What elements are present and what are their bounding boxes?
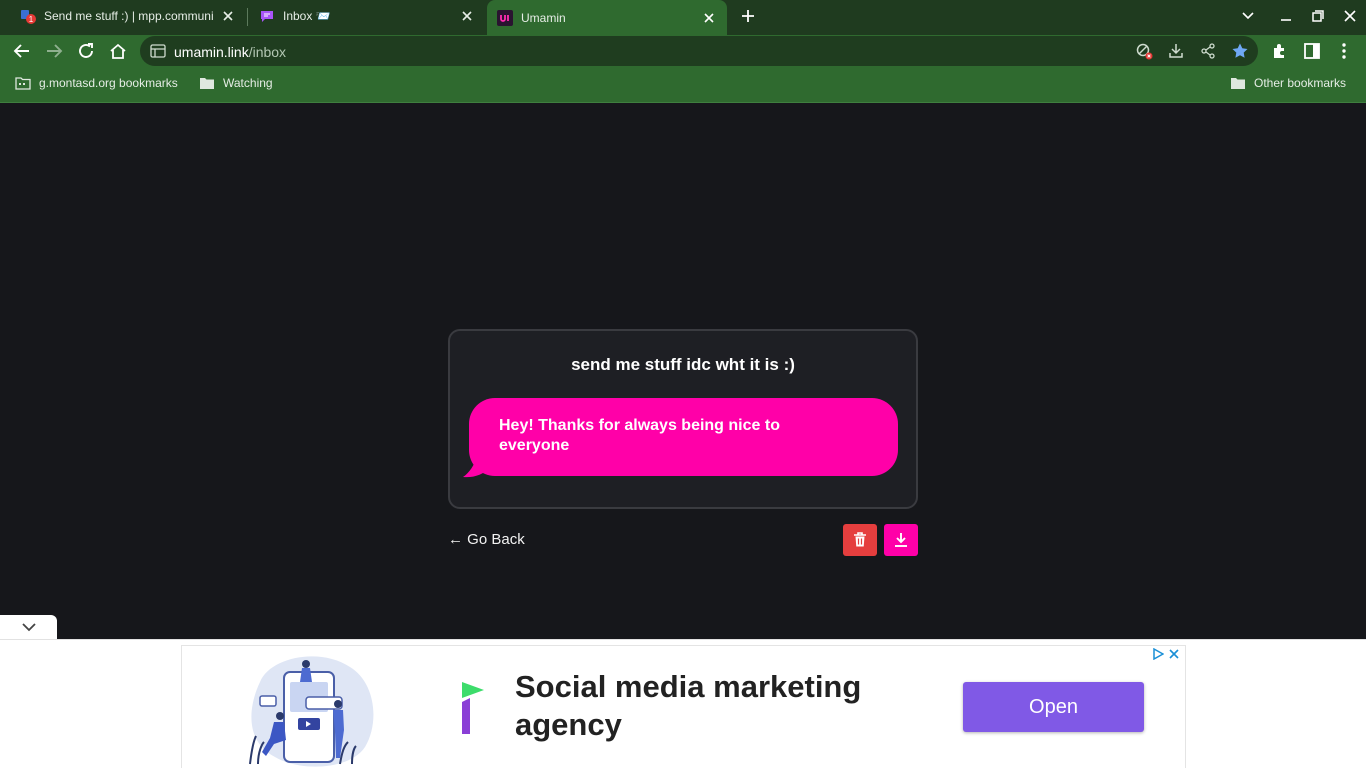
ad-box[interactable]: Social media marketing agency Open	[181, 645, 1186, 768]
folder-icon	[1230, 76, 1246, 90]
close-icon	[1344, 10, 1356, 22]
puzzle-icon	[1274, 44, 1284, 58]
tab-umamin[interactable]: Umamin	[487, 0, 727, 35]
message-bubble: Hey! Thanks for always being nice to eve…	[469, 398, 898, 476]
message-text: Hey! Thanks for always being nice to eve…	[499, 417, 780, 454]
bookmark-folder-montasd[interactable]: g.montasd.org bookmarks	[15, 76, 178, 90]
download-icon	[895, 533, 907, 547]
restore-button[interactable]	[1306, 4, 1330, 28]
chat-bubble-icon	[259, 8, 275, 24]
reload-icon	[79, 43, 93, 58]
adchoices-icon[interactable]	[1151, 647, 1165, 661]
close-tab-icon[interactable]	[459, 8, 475, 24]
url-path: /inbox	[248, 44, 287, 60]
message-card: send me stuff idc wht it is :) Hey! Than…	[448, 329, 918, 509]
tab-badge: 1	[29, 15, 34, 24]
close-tab-icon[interactable]	[701, 10, 717, 26]
delete-button[interactable]	[843, 524, 877, 556]
page-content: send me stuff idc wht it is :) Hey! Than…	[0, 103, 1366, 639]
ad-collapse-toggle[interactable]	[0, 615, 57, 639]
bookmark-star-icon[interactable]	[1230, 41, 1250, 61]
browser-toolbar: umamin.link/inbox	[0, 35, 1366, 67]
tracking-blocked-icon[interactable]	[1134, 41, 1154, 61]
minimize-icon	[1281, 19, 1291, 21]
bookmark-folder-watching[interactable]: Watching	[199, 76, 273, 90]
url-text: umamin.link/inbox	[174, 44, 286, 60]
reload-button[interactable]	[74, 39, 98, 63]
address-bar[interactable]: umamin.link/inbox	[140, 36, 1258, 66]
restore-icon	[1312, 10, 1324, 22]
tab-inbox[interactable]: Inbox 📨	[249, 0, 485, 32]
home-button[interactable]	[106, 39, 130, 63]
trash-icon	[854, 532, 866, 547]
kebab-menu-icon	[1342, 43, 1346, 59]
back-button[interactable]	[10, 39, 34, 63]
plus-icon	[742, 10, 754, 22]
extensions-button[interactable]	[1268, 39, 1292, 63]
share-icon[interactable]	[1198, 41, 1218, 61]
tab-strip: 1 Send me stuff :) | mpp.communi Inbox 📨…	[0, 0, 1366, 35]
url-domain: umamin.link	[174, 44, 249, 60]
tab-title: Send me stuff :) | mpp.communi	[44, 9, 214, 23]
install-app-icon[interactable]	[1166, 41, 1186, 61]
download-button[interactable]	[884, 524, 918, 556]
home-icon	[110, 43, 126, 59]
ad-headline[interactable]: Social media marketing agency	[515, 668, 935, 744]
ad-open-button[interactable]: Open	[963, 682, 1144, 732]
bookmarks-bar: g.montasd.org bookmarks Watching Other b…	[0, 67, 1366, 103]
forward-button[interactable]	[42, 39, 66, 63]
bookmark-label: Other bookmarks	[1254, 76, 1347, 90]
arrow-right-icon	[47, 44, 63, 58]
ad-brand-logo	[462, 682, 484, 734]
ad-banner: Social media marketing agency Open	[0, 639, 1366, 768]
other-bookmarks-folder[interactable]: Other bookmarks	[1230, 76, 1346, 90]
ad-illustration	[249, 656, 374, 767]
side-panel-icon	[1304, 43, 1320, 59]
tab-send-me-stuff[interactable]: 1 Send me stuff :) | mpp.communi	[10, 0, 246, 32]
arrow-left-icon	[13, 44, 29, 58]
tab-separator	[247, 8, 248, 26]
bookmark-label: Watching	[223, 76, 273, 90]
go-back-link[interactable]: ← Go Back	[448, 531, 525, 548]
tab-search-button[interactable]	[1236, 4, 1260, 28]
side-panel-button[interactable]	[1300, 39, 1324, 63]
close-tab-icon[interactable]	[220, 8, 236, 24]
ad-close-icon[interactable]	[1167, 647, 1181, 661]
mpp-favicon-icon: 1	[20, 8, 36, 24]
menu-button[interactable]	[1332, 39, 1356, 63]
message-prompt-title: send me stuff idc wht it is :)	[571, 355, 795, 374]
umamin-logo-icon	[497, 9, 513, 26]
tab-title: Umamin	[521, 10, 566, 25]
tab-title: Inbox 📨	[283, 9, 331, 23]
chevron-down-icon	[1242, 12, 1254, 20]
chevron-down-icon	[21, 622, 36, 631]
site-info-icon[interactable]	[148, 41, 168, 61]
folder-grid-icon	[15, 76, 31, 90]
close-window-button[interactable]	[1338, 4, 1362, 28]
minimize-button[interactable]	[1274, 4, 1298, 28]
folder-icon	[199, 76, 215, 90]
bookmark-label: g.montasd.org bookmarks	[39, 76, 178, 90]
new-tab-button[interactable]	[736, 4, 760, 28]
